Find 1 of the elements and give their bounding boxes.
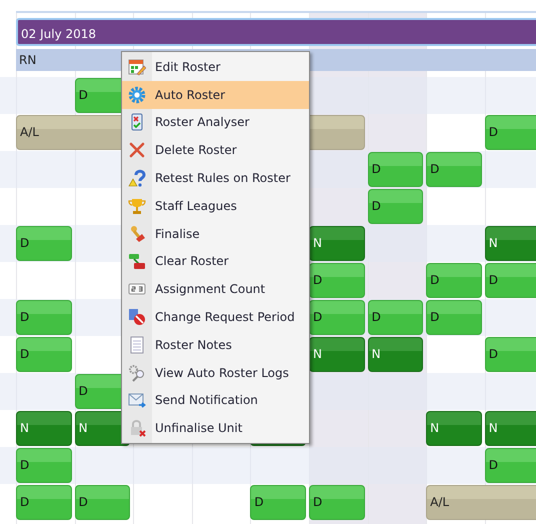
date-bar: 02 July 2018 xyxy=(16,18,536,46)
